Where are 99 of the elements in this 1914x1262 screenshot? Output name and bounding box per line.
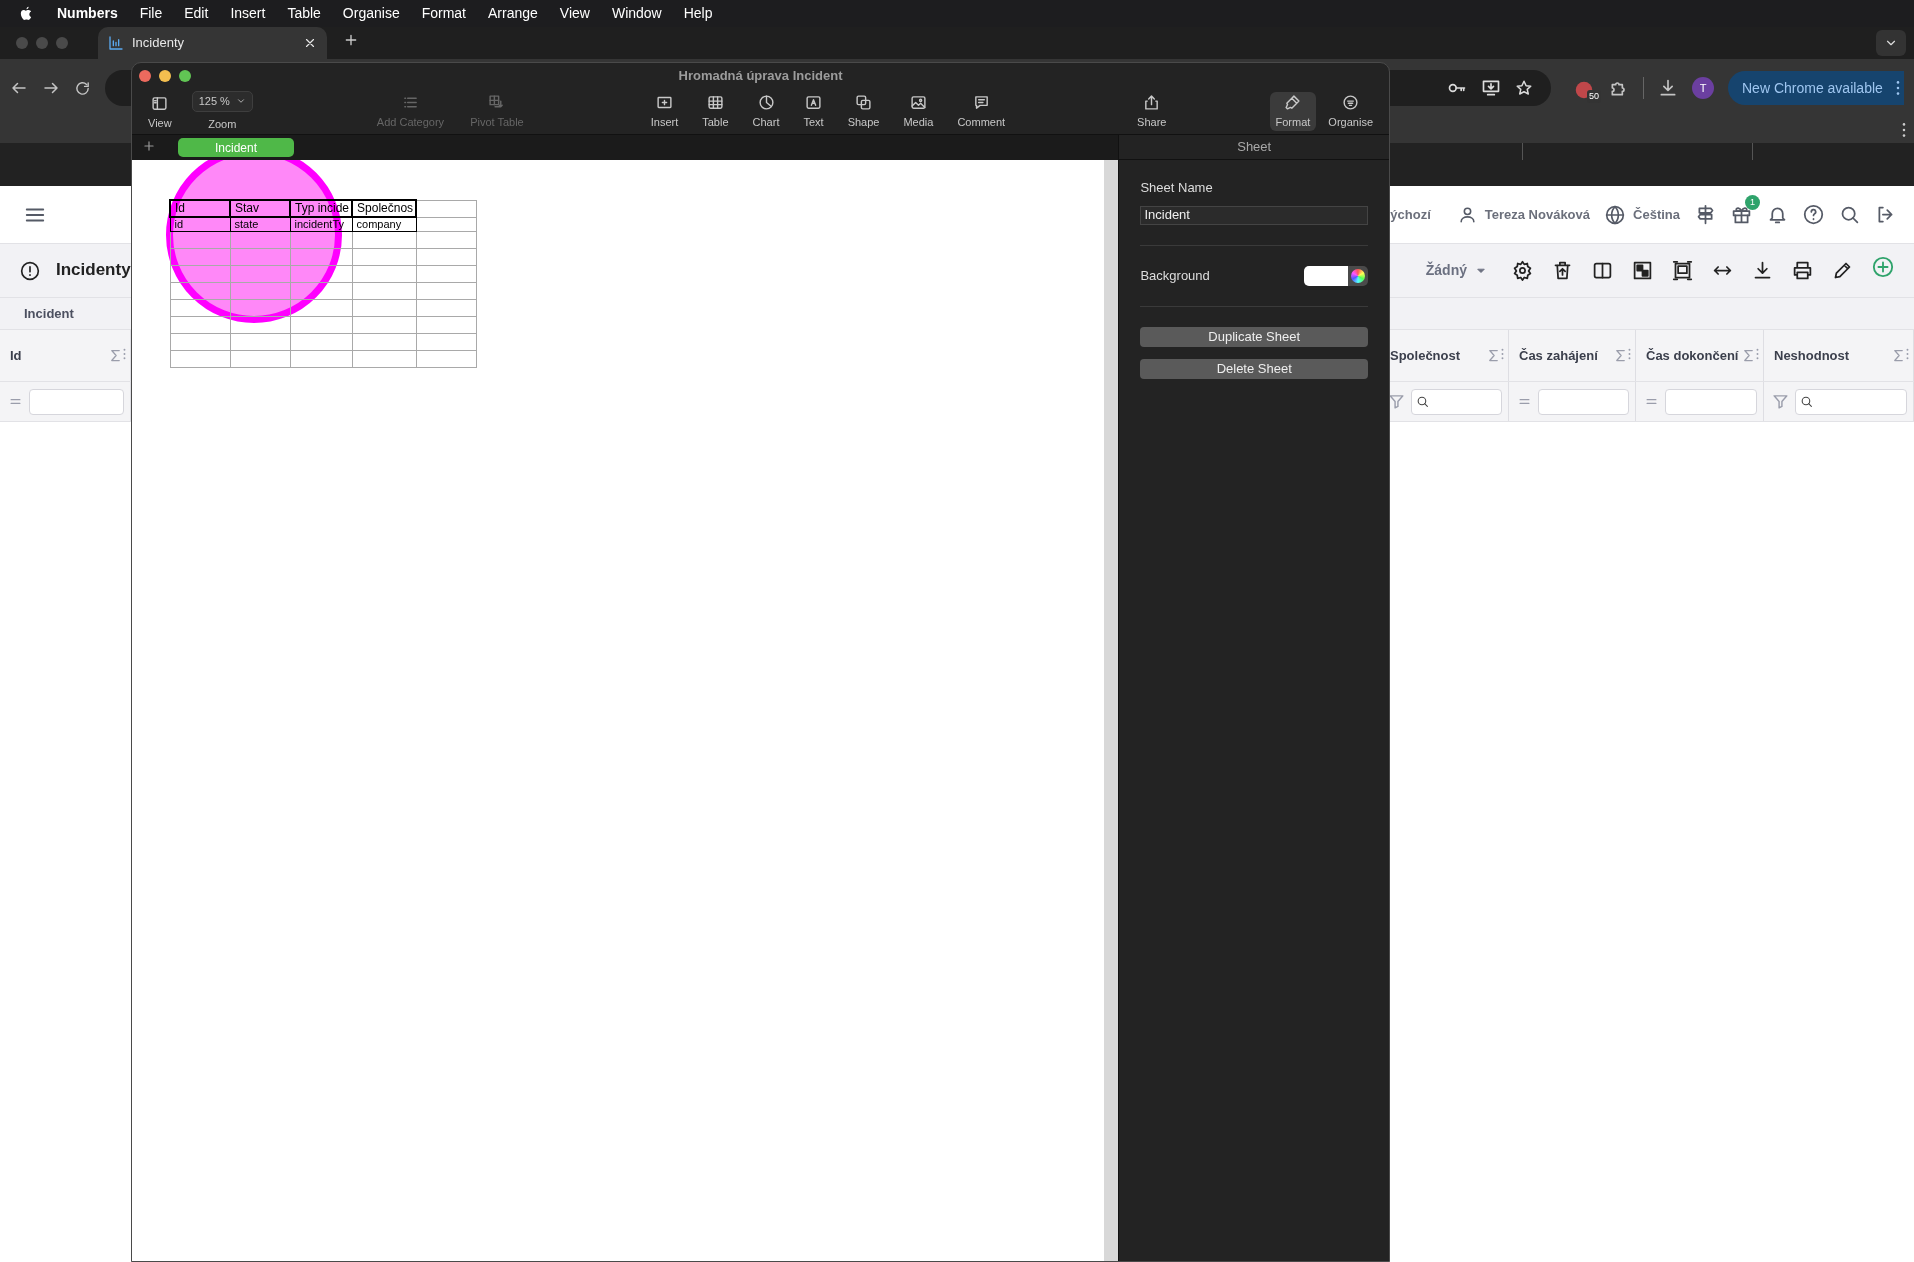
paintbrush-icon xyxy=(1284,93,1302,111)
gift-icon[interactable] xyxy=(1731,204,1752,225)
section-tab[interactable]: Incident xyxy=(24,303,74,324)
comment-icon xyxy=(972,93,990,111)
filter-circle-icon xyxy=(1342,93,1360,111)
share-icon xyxy=(1143,93,1161,111)
page-title: Incidenty xyxy=(56,260,131,281)
menu-item[interactable]: Window xyxy=(611,3,662,24)
pie-chart-icon xyxy=(757,93,775,111)
zoom-label: Zoom xyxy=(208,116,237,132)
notification-badge: 1 xyxy=(1745,195,1760,210)
toolbar-button[interactable]: Shape xyxy=(841,91,886,132)
globe-icon xyxy=(1605,204,1626,225)
search-icon xyxy=(1800,395,1813,408)
close-button[interactable] xyxy=(139,70,151,82)
column-header[interactable]: Id xyxy=(10,347,108,364)
signpost-icon[interactable] xyxy=(1695,204,1716,225)
table-cell: Společnos xyxy=(352,200,417,217)
text-box-icon xyxy=(805,93,823,111)
toolbar-button[interactable]: Comment xyxy=(951,91,1012,132)
menu-item[interactable]: Arrange xyxy=(488,3,538,24)
toolbar-button[interactable]: Format xyxy=(1269,91,1317,132)
field-label: Sheet Name xyxy=(1140,179,1214,197)
toolbar-button[interactable]: Share xyxy=(1131,91,1173,132)
new-tab-button[interactable] xyxy=(343,32,359,48)
toolbar-button[interactable]: Insert xyxy=(644,91,685,132)
user-icon xyxy=(1457,205,1477,224)
menu-item[interactable]: Insert xyxy=(230,3,266,24)
star-icon[interactable] xyxy=(1515,79,1533,97)
toolbar-button[interactable]: Organise xyxy=(1322,91,1379,132)
minimize-button[interactable] xyxy=(159,70,171,82)
menu-item[interactable]: Organise xyxy=(342,3,400,24)
view-dropdown[interactable]: Žádný xyxy=(1419,259,1493,282)
close-icon xyxy=(303,36,317,50)
download-icon[interactable] xyxy=(1752,260,1773,281)
toolbar-button[interactable]: View xyxy=(142,92,178,132)
printer-icon[interactable] xyxy=(1792,260,1813,281)
search-field[interactable] xyxy=(1795,388,1907,415)
install-icon[interactable] xyxy=(1481,78,1501,98)
reload-button[interactable] xyxy=(74,79,91,97)
search-icon[interactable] xyxy=(1839,204,1860,225)
browser-tab[interactable]: Incidenty xyxy=(98,27,327,59)
column-header[interactable]: Společnost xyxy=(1390,347,1486,364)
table-cell: company xyxy=(352,217,417,231)
trash-icon[interactable] xyxy=(1552,260,1573,281)
table-cell: Id xyxy=(170,200,230,217)
filter-field[interactable] xyxy=(1665,388,1757,415)
toolbar-button[interactable]: Table xyxy=(696,91,735,132)
zoom-dropdown[interactable]: 125 % xyxy=(191,91,253,112)
tab-list-button[interactable] xyxy=(1876,30,1906,56)
filter-field[interactable] xyxy=(29,388,124,415)
help-icon[interactable] xyxy=(1803,204,1824,225)
image-icon xyxy=(909,93,927,111)
search-field[interactable] xyxy=(1411,388,1502,415)
table-icon xyxy=(706,93,724,111)
menu-item[interactable]: Edit xyxy=(184,3,209,24)
field-label: Background xyxy=(1140,266,1210,285)
funnel-icon xyxy=(1772,393,1789,410)
toolbar-button[interactable]: Media xyxy=(897,91,940,132)
column-header[interactable]: Čas zahájení xyxy=(1519,347,1613,364)
filter-field[interactable] xyxy=(1538,388,1629,415)
settings-icon[interactable] xyxy=(1512,260,1533,281)
checker-icon[interactable] xyxy=(1632,260,1653,281)
language-link[interactable]: Čeština xyxy=(1633,204,1680,225)
toolbar-button[interactable]: Text xyxy=(797,91,830,132)
chart-icon xyxy=(108,35,124,51)
add-icon[interactable] xyxy=(1872,256,1894,278)
sheet-action-button[interactable]: Delete Sheet xyxy=(1140,358,1368,379)
kebab-icon xyxy=(1896,80,1900,96)
menu-item[interactable]: Help xyxy=(683,3,713,24)
columns-icon[interactable] xyxy=(1592,260,1613,281)
header-link[interactable]: ýchozí xyxy=(1390,204,1431,225)
window-title: Hromadná úprava Incident xyxy=(678,67,843,86)
app-menu[interactable]: Numbers xyxy=(57,3,118,24)
pencil-icon[interactable] xyxy=(1832,260,1853,281)
add-sheet-button[interactable] xyxy=(142,138,156,153)
sheet-name-field[interactable]: Incident xyxy=(1140,205,1368,225)
column-header[interactable]: Neshodnost xyxy=(1774,347,1891,364)
user-name[interactable]: Tereza Nováková xyxy=(1484,204,1591,225)
frame-icon[interactable] xyxy=(1672,260,1693,281)
menu-item[interactable]: Table xyxy=(287,3,321,24)
sidebar-icon xyxy=(151,94,169,112)
color-well[interactable] xyxy=(1304,265,1368,286)
update-button[interactable]: New Chrome available xyxy=(1728,71,1904,105)
funnel-icon xyxy=(1388,393,1405,410)
sheet-action-button[interactable]: Duplicate Sheet xyxy=(1140,326,1368,347)
kebab-icon[interactable] xyxy=(1902,122,1906,138)
profile-avatar[interactable]: T xyxy=(1692,77,1714,99)
menu-item[interactable]: Format xyxy=(421,3,466,24)
alert-icon xyxy=(20,260,40,281)
inspector-title: Sheet xyxy=(1237,138,1272,157)
zoom-button[interactable] xyxy=(179,70,191,82)
toolbar-button[interactable]: Chart xyxy=(746,91,786,132)
shapes-icon xyxy=(855,93,873,111)
menu-item[interactable]: File xyxy=(139,3,163,24)
download-icon[interactable] xyxy=(1658,78,1678,98)
menu-item[interactable]: View xyxy=(559,3,590,24)
column-header[interactable]: Čas dokončení xyxy=(1646,347,1741,364)
search-icon xyxy=(1416,395,1429,408)
